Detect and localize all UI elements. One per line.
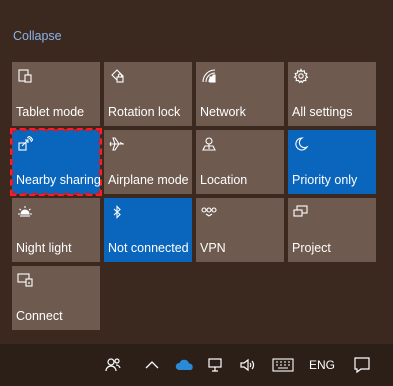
onedrive-icon[interactable] [172,344,198,386]
moon-icon [293,136,309,152]
tablet-mode-icon [17,68,33,84]
language-indicator[interactable]: ENG [304,344,340,386]
tile-label: Tablet mode [16,105,85,119]
network-wired-icon[interactable] [204,344,228,386]
bluetooth-icon [109,204,125,220]
tile-location[interactable]: Location [196,130,284,194]
tile-rotation-lock[interactable]: Rotation lock [104,62,192,126]
tile-tablet-mode[interactable]: Tablet mode [12,62,100,126]
keyboard-icon[interactable] [268,344,298,386]
tile-label: Location [200,173,248,187]
tile-label: Rotation lock [108,105,181,119]
tile-label: Night light [16,241,72,255]
tile-label: Connect [16,309,63,323]
vpn-icon [201,204,217,220]
tile-airplane-mode[interactable]: Airplane mode [104,130,192,194]
connect-icon [17,272,33,288]
volume-icon[interactable] [236,344,260,386]
taskbar: ENG [0,344,393,386]
sun-icon [17,204,33,220]
tile-label: Nearby sharing [16,173,101,187]
tile-connect[interactable]: Connect [12,266,100,330]
tile-label: Network [200,105,246,119]
tile-priority-only[interactable]: Priority only [288,130,376,194]
chevron-up-icon[interactable] [140,344,164,386]
tile-night-light[interactable]: Night light [12,198,100,262]
tile-project[interactable]: Project [288,198,376,262]
location-icon [201,136,217,152]
tile-network[interactable]: Network [196,62,284,126]
tile-label: Priority only [292,173,358,187]
tile-vpn[interactable]: VPN [196,198,284,262]
network-icon [201,68,217,84]
tile-label: VPN [200,241,226,255]
tile-label: Not connected [108,241,189,255]
rotation-lock-icon [109,68,125,84]
tile-label: Project [292,241,331,255]
tile-label: All settings [292,105,353,119]
project-icon [293,204,309,220]
people-icon[interactable] [100,344,126,386]
nearby-sharing-icon [17,136,33,152]
notification-icon[interactable] [348,344,376,386]
collapse-link[interactable]: Collapse [13,29,62,43]
gear-icon [293,68,309,84]
airplane-icon [109,136,125,152]
tile-bluetooth[interactable]: Not connected [104,198,192,262]
tile-label: Airplane mode [108,173,189,187]
action-center-panel: Collapse Tablet mode Rotation lock Netwo… [0,0,393,344]
tile-all-settings[interactable]: All settings [288,62,376,126]
tile-nearby-sharing[interactable]: Nearby sharing [10,128,102,196]
